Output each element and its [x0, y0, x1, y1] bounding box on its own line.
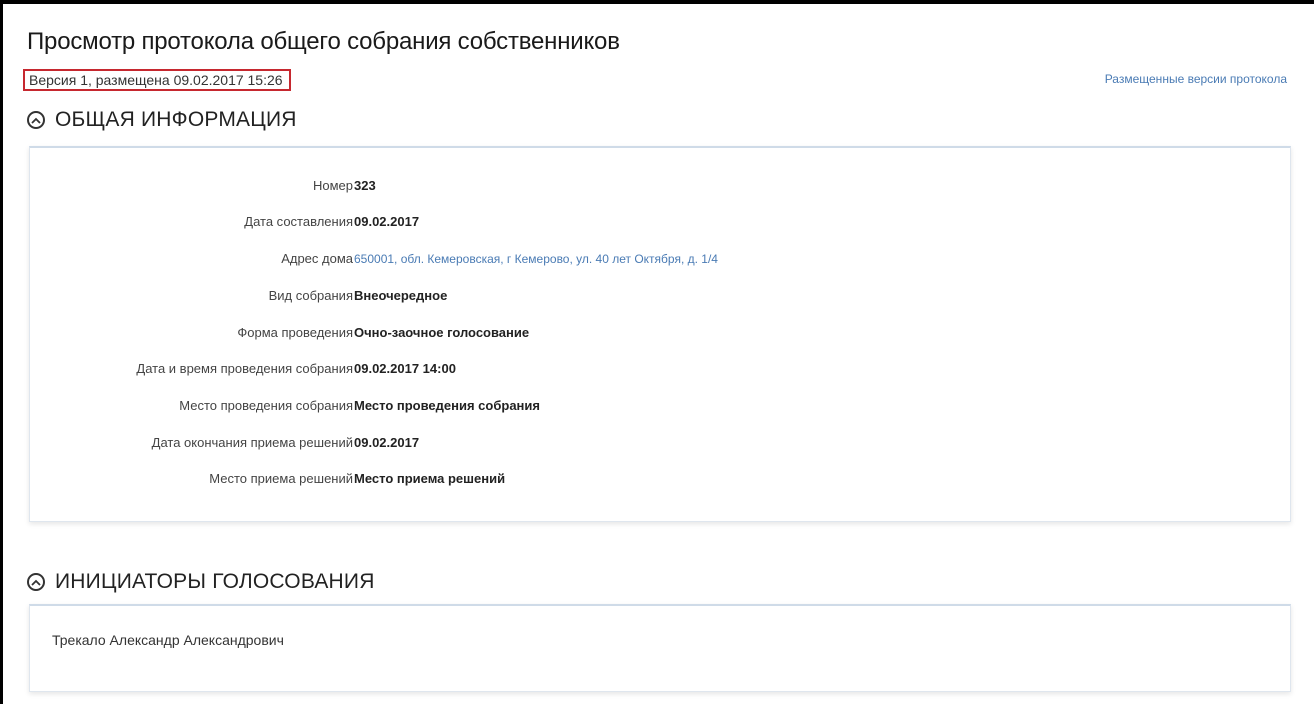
info-value: Место проведения собрания — [354, 398, 540, 413]
general-info-header[interactable]: ОБЩАЯ ИНФОРМАЦИЯ — [27, 108, 297, 132]
info-label: Дата составления — [244, 214, 353, 229]
info-label: Дата и время проведения собрания — [136, 361, 353, 376]
info-label: Вид собрания — [268, 288, 353, 303]
info-value: 09.02.2017 14:00 — [354, 361, 456, 376]
published-versions-link[interactable]: Размещенные версии протокола — [1105, 72, 1287, 86]
house-address-link[interactable]: 650001, обл. Кемеровская, г Кемерово, ул… — [354, 249, 718, 269]
info-label: Форма проведения — [237, 325, 353, 340]
initiators-title: ИНИЦИАТОРЫ ГОЛОСОВАНИЯ — [55, 570, 375, 593]
info-row-datetime: Дата и время проведения собрания 09.02.2… — [30, 359, 1290, 379]
info-row-form: Форма проведения Очно-заочное голосовани… — [30, 323, 1290, 343]
info-value: Место приема решений — [354, 471, 506, 486]
info-value: 09.02.2017 — [354, 214, 420, 229]
version-info: Версия 1, размещена 09.02.2017 15:26 — [23, 69, 291, 91]
page-frame: Просмотр протокола общего собрания собст… — [0, 0, 1314, 704]
initiator-name: Трекало Александр Александрович — [52, 632, 284, 648]
info-row-date: Дата составления 09.02.2017 — [30, 212, 1290, 232]
info-row-number: Номер 323 — [30, 176, 1290, 196]
info-label: Место приема решений — [209, 471, 353, 486]
initiators-panel: Трекало Александр Александрович — [29, 604, 1291, 692]
general-info-title: ОБЩАЯ ИНФОРМАЦИЯ — [55, 108, 297, 131]
info-label: Номер — [312, 178, 353, 193]
info-value: 09.02.2017 — [354, 435, 420, 450]
info-value: Внеочередное — [354, 288, 448, 303]
info-row-decisions-place: Место приема решений Место приема решени… — [30, 469, 1290, 489]
page-title: Просмотр протокола общего собрания собст… — [27, 28, 620, 55]
info-row-decisions-end-date: Дата окончания приема решений 09.02.2017 — [30, 433, 1290, 453]
chevron-up-circle-icon[interactable] — [27, 111, 45, 129]
info-row-meeting-type: Вид собрания Внеочередное — [30, 286, 1290, 306]
info-label: Дата окончания приема решений — [151, 435, 353, 450]
general-info-panel: Номер 323 Дата составления 09.02.2017 Ад… — [29, 146, 1291, 522]
info-row-address: Адрес дома 650001, обл. Кемеровская, г К… — [30, 249, 1290, 269]
info-label: Адрес дома — [281, 251, 353, 266]
info-value: Очно-заочное голосование — [354, 325, 530, 340]
info-label: Место проведения собрания — [179, 398, 353, 413]
chevron-up-circle-icon[interactable] — [27, 573, 45, 591]
info-row-place: Место проведения собрания Место проведен… — [30, 396, 1290, 416]
info-value: 323 — [354, 178, 376, 193]
initiators-header[interactable]: ИНИЦИАТОРЫ ГОЛОСОВАНИЯ — [27, 570, 375, 594]
